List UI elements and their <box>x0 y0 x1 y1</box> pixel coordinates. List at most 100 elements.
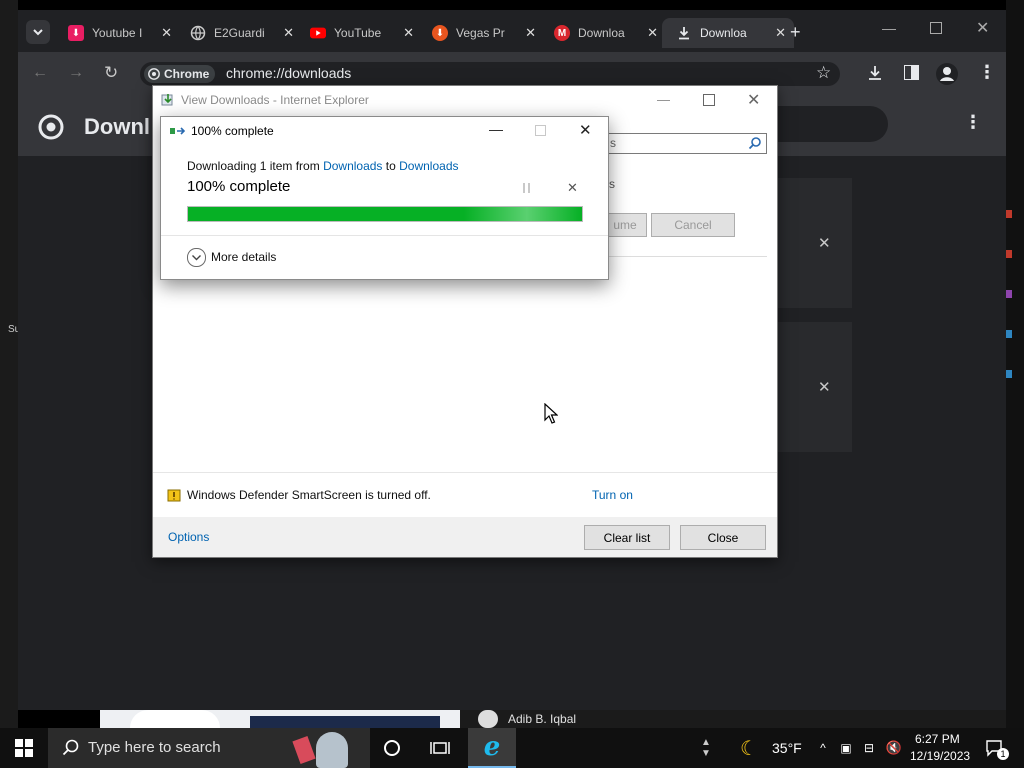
tab-vegas-pro[interactable]: ⬇ Vegas Pr ✕ <box>428 18 544 48</box>
ie-search-box[interactable]: s <box>605 133 767 154</box>
forward-arrow-icon[interactable]: → <box>68 64 84 82</box>
chevron-down-icon <box>33 29 43 36</box>
profile-icon[interactable] <box>936 63 958 85</box>
youtube-icon <box>310 25 326 41</box>
more-menu-icon[interactable]: ⋮ <box>978 62 996 83</box>
side-panel-icon[interactable] <box>904 65 919 80</box>
cancel-download-icon[interactable]: ✕ <box>567 180 578 196</box>
destination-folder-link[interactable]: Downloads <box>399 159 458 173</box>
back-arrow-icon[interactable]: ← <box>32 64 48 82</box>
show-hidden-icons-chevron-icon[interactable]: ^ <box>814 728 832 768</box>
volume-muted-icon[interactable]: 🔇 <box>884 728 904 768</box>
divider <box>161 235 608 236</box>
tab-strip: ⬇ Youtube I ✕ E2Guardi ✕ YouTube ✕ ⬇ Veg… <box>18 10 1006 52</box>
globe-icon <box>190 25 206 41</box>
tab-search-button[interactable] <box>26 20 50 44</box>
turn-on-link[interactable]: Turn on <box>592 488 633 502</box>
tab-e2guardian[interactable]: E2Guardi ✕ <box>184 18 302 48</box>
clock-date[interactable]: 12/19/2023 <box>910 749 970 763</box>
address-bar[interactable]: Chrome chrome://downloads <box>140 62 840 86</box>
clear-list-button[interactable]: Clear list <box>584 525 670 550</box>
options-link[interactable]: Options <box>168 530 209 544</box>
close-icon[interactable]: ✕ <box>283 25 294 41</box>
close-button[interactable]: Close <box>680 525 766 550</box>
row-divider <box>607 256 767 257</box>
close-icon[interactable]: ✕ <box>775 25 786 41</box>
chrome-logo-icon <box>38 114 64 140</box>
task-view-icon[interactable] <box>420 728 460 768</box>
tab-youtube[interactable]: YouTube ✕ <box>306 18 422 48</box>
pause-icon[interactable] <box>523 183 525 193</box>
resume-button[interactable]: ume <box>603 213 647 237</box>
expand-chevron-icon[interactable] <box>187 248 206 267</box>
download-summary: Downloading 1 item from Downloads to Dow… <box>187 159 459 173</box>
source-folder-link[interactable]: Downloads <box>323 159 382 173</box>
close-icon[interactable]: ✕ <box>647 25 658 41</box>
notification-badge: 1 <box>997 748 1009 760</box>
channel-name: Adib B. Iqbal <box>508 712 577 726</box>
more-details-link[interactable]: More details <box>211 250 276 264</box>
downloads-icon[interactable] <box>866 64 884 82</box>
meet-now-icon[interactable]: ▣ <box>838 728 854 768</box>
notification-center-icon[interactable]: 1 <box>980 728 1010 768</box>
tab-mega-download[interactable]: M Downloa ✕ <box>550 18 666 48</box>
download-pink-icon: ⬇ <box>68 25 84 41</box>
maximize-icon <box>535 125 546 136</box>
maximize-icon[interactable] <box>703 94 715 106</box>
page-title: Downl <box>84 114 150 139</box>
smartscreen-text: Windows Defender SmartScreen is turned o… <box>187 488 431 502</box>
tab-label: Downloa <box>578 26 625 40</box>
tab-downloads-active[interactable]: Downloa ✕ <box>662 18 794 48</box>
chip-label: Chrome <box>164 67 210 81</box>
taskbar-search-box[interactable]: Type here to search <box>48 728 370 768</box>
edge-marker <box>1006 290 1012 298</box>
more-actions-icon[interactable]: ⋮ <box>964 112 982 133</box>
chrome-chip: Chrome <box>144 65 216 83</box>
minimize-icon[interactable]: — <box>489 121 503 137</box>
thumbnail-figure <box>130 710 220 728</box>
bookmark-star-icon[interactable]: ☆ <box>816 63 831 83</box>
windows-taskbar: Type here to search e ▲ ▼ ☾ 35°F ^ ▣ ⊟ 🔇 … <box>0 728 1024 768</box>
row-tail: s <box>609 177 615 191</box>
minimize-icon[interactable]: — <box>882 20 896 36</box>
clock-time[interactable]: 6:27 PM <box>915 732 960 746</box>
search-icon <box>748 137 761 150</box>
internet-explorer-icon[interactable]: e <box>468 728 516 768</box>
windows-start-icon[interactable] <box>0 728 48 768</box>
maximize-icon[interactable] <box>930 22 942 34</box>
network-icon[interactable]: ⊟ <box>860 728 878 768</box>
weather-temperature[interactable]: 35°F <box>772 740 802 756</box>
moon-weather-icon[interactable]: ☾ <box>734 728 764 768</box>
close-icon[interactable]: ✕ <box>403 25 414 41</box>
close-window-icon[interactable]: ✕ <box>976 18 989 38</box>
search-tail: s <box>610 136 616 150</box>
cortana-icon[interactable] <box>372 728 412 768</box>
search-highlight-icon <box>292 732 352 768</box>
new-tab-button[interactable]: + <box>790 22 801 43</box>
minimize-icon[interactable]: — <box>657 92 670 107</box>
summary-prefix: Downloading 1 item from <box>187 159 324 173</box>
mouse-cursor-icon <box>544 403 558 425</box>
close-icon[interactable]: ✕ <box>579 121 592 139</box>
tray-scroll-icon[interactable]: ▲ ▼ <box>698 728 714 768</box>
search-icon <box>62 739 79 756</box>
cancel-button[interactable]: Cancel <box>651 213 735 237</box>
desktop-left-edge: Su <box>0 0 20 728</box>
channel-row: Adib B. Iqbal <box>460 710 1006 728</box>
reload-icon[interactable]: ↻ <box>104 63 118 83</box>
remove-icon[interactable]: ✕ <box>818 234 831 252</box>
search-placeholder: Type here to search <box>88 739 221 756</box>
close-icon[interactable]: ✕ <box>161 25 172 41</box>
download-progress-dialog: 100% complete — ✕ Downloading 1 item fro… <box>160 116 609 280</box>
url-text: chrome://downloads <box>226 65 352 81</box>
download-icon <box>676 25 692 41</box>
channel-avatar <box>478 710 498 728</box>
progress-bar <box>187 206 583 222</box>
copy-progress-icon <box>170 125 186 137</box>
summary-mid: to <box>382 159 400 173</box>
close-icon[interactable]: ✕ <box>525 25 536 41</box>
tab-youtube-download[interactable]: ⬇ Youtube I ✕ <box>62 18 180 48</box>
remove-icon[interactable]: ✕ <box>818 378 831 396</box>
dialog-title: 100% complete <box>191 124 274 138</box>
close-icon[interactable]: ✕ <box>747 90 760 110</box>
